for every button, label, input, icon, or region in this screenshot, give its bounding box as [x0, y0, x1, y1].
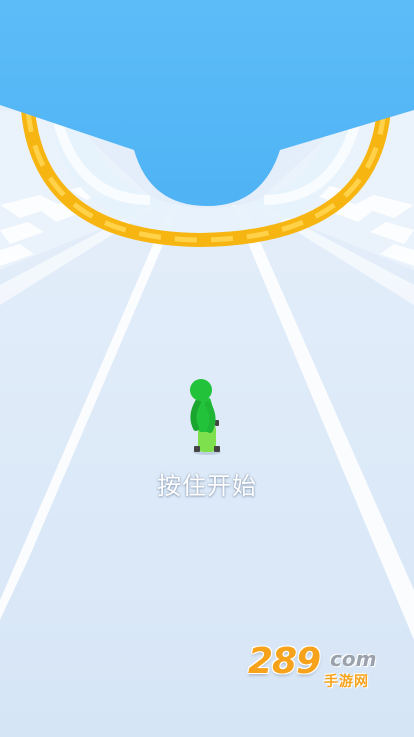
start-hint-text[interactable]: 按住开始	[0, 466, 414, 501]
watermark-suffix: com	[330, 647, 377, 671]
watermark-subtitle: 手游网	[324, 674, 369, 690]
watermark-number: 289	[248, 641, 321, 682]
game-scene	[0, 0, 414, 737]
site-watermark-logo: 289 com 手游网	[248, 641, 388, 697]
game-screen[interactable]: 按住开始 289 com 手游网	[0, 0, 414, 737]
